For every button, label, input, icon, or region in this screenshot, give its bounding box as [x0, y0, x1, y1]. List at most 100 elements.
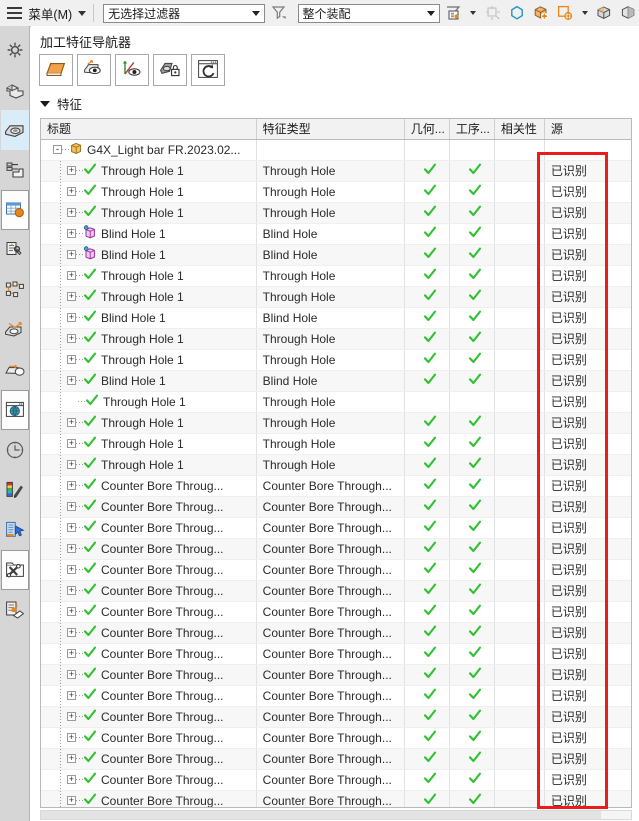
- cell-title[interactable]: + Blind Hole 1: [41, 307, 257, 329]
- table-row[interactable]: + Through Hole 1 Through Hole 已识别: [41, 286, 631, 308]
- table-row[interactable]: - G4X_Light bar FR.2023.02...: [41, 139, 631, 161]
- cell-title[interactable]: Through Hole 1: [41, 391, 257, 413]
- cell-title[interactable]: + Counter Bore Throug...: [41, 622, 257, 644]
- sidebar-item-report[interactable]: [1, 590, 29, 630]
- table-row[interactable]: + Counter Bore Throug... Counter Bore Thro…: [41, 496, 631, 518]
- table-row[interactable]: + Blind Hole 1 Blind Hole 已识别: [41, 223, 631, 245]
- sidebar-item-geometry-view[interactable]: [0, 110, 29, 150]
- selection-settings-icon[interactable]: [443, 2, 464, 24]
- shaded-body-icon[interactable]: [594, 2, 615, 24]
- display-axis-button[interactable]: [115, 54, 149, 86]
- horizontal-scrollbar[interactable]: [40, 810, 632, 820]
- tree-expander[interactable]: +: [67, 565, 76, 574]
- tree-expander[interactable]: +: [67, 607, 76, 616]
- table-row[interactable]: + Counter Bore Throug... Counter Bore Thro…: [41, 748, 631, 770]
- tree-expander[interactable]: +: [67, 586, 76, 595]
- sidebar-item-machine-tool-view[interactable]: [1, 150, 29, 190]
- table-row[interactable]: + Counter Bore Throug... Counter Bore Thro…: [41, 580, 631, 602]
- sidebar-item-part-navigator[interactable]: [1, 70, 29, 110]
- tree-expander[interactable]: +: [67, 439, 76, 448]
- column-header-operation[interactable]: 工序...: [449, 119, 495, 140]
- cell-title[interactable]: + Through Hole 1: [41, 433, 257, 455]
- cell-title[interactable]: + Through Hole 1: [41, 286, 257, 308]
- feature-tree-table-wrapper[interactable]: 标题 特征类型 几何... 工序... 相关性源 - G4X_Light bar FR.2…: [40, 118, 632, 808]
- sidebar-item-program-order-view[interactable]: [1, 270, 29, 310]
- cell-title[interactable]: + Through Hole 1: [41, 454, 257, 476]
- cell-title[interactable]: + Counter Bore Throug...: [41, 475, 257, 497]
- table-row[interactable]: + Through Hole 1 Through Hole 已识别: [41, 181, 631, 203]
- sidebar-item-assembly-navigator[interactable]: [1, 30, 29, 70]
- table-row[interactable]: + Through Hole 1 Through Hole 已识别: [41, 433, 631, 455]
- tree-expander[interactable]: +: [67, 733, 76, 742]
- scope-combo[interactable]: 整个装配: [297, 3, 441, 23]
- menu-button[interactable]: 菜单(M): [28, 4, 72, 23]
- tree-expander[interactable]: +: [67, 271, 76, 280]
- tree-expander[interactable]: +: [67, 628, 76, 637]
- tree-expander[interactable]: +: [67, 355, 76, 364]
- tree-expander[interactable]: +: [67, 418, 76, 427]
- tree-expander[interactable]: +: [67, 229, 76, 238]
- snap-point-icon[interactable]: [482, 2, 503, 24]
- table-row[interactable]: + Counter Bore Throug... Counter Bore Thro…: [41, 517, 631, 539]
- sidebar-item-palette[interactable]: [1, 470, 29, 510]
- tree-expander[interactable]: +: [67, 166, 76, 175]
- tree-expander[interactable]: +: [67, 670, 76, 679]
- cell-title[interactable]: + Counter Bore Throug...: [41, 580, 257, 602]
- tree-expander[interactable]: +: [67, 754, 76, 763]
- table-row[interactable]: + Counter Bore Throug... Counter Bore Thro…: [41, 538, 631, 560]
- cell-title[interactable]: + Through Hole 1: [41, 202, 257, 224]
- table-row[interactable]: + Counter Bore Throug... Counter Bore Thro…: [41, 475, 631, 497]
- cell-title[interactable]: + Blind Hole 1: [41, 370, 257, 392]
- table-row[interactable]: Through Hole 1 Through Hole 已识别: [41, 391, 631, 413]
- tree-expander[interactable]: +: [67, 376, 76, 385]
- table-row[interactable]: + Through Hole 1 Through Hole 已识别: [41, 349, 631, 371]
- tree-expander[interactable]: +: [67, 712, 76, 721]
- tree-expander[interactable]: +: [67, 523, 76, 532]
- tree-expander[interactable]: +: [67, 334, 76, 343]
- cell-title[interactable]: + Blind Hole 1: [41, 223, 257, 245]
- cell-title[interactable]: + Through Hole 1: [41, 328, 257, 350]
- selection-filter-combo[interactable]: 无选择过滤器: [103, 3, 266, 23]
- tree-expander[interactable]: +: [67, 481, 76, 490]
- cell-title[interactable]: + Counter Bore Throug...: [41, 538, 257, 560]
- lock-feature-button[interactable]: [153, 54, 187, 86]
- cell-title[interactable]: + Counter Bore Throug...: [41, 664, 257, 686]
- cell-title[interactable]: + Counter Bore Throug...: [41, 496, 257, 518]
- table-row[interactable]: + Counter Bore Throug... Counter Bore Thro…: [41, 622, 631, 644]
- scope-dropdown-arrow[interactable]: [423, 4, 440, 22]
- tree-expander[interactable]: +: [67, 691, 76, 700]
- table-row[interactable]: + Through Hole 1 Through Hole 已识别: [41, 328, 631, 350]
- table-row[interactable]: + Counter Bore Throug... Counter Bore Thro…: [41, 727, 631, 749]
- column-header-relation[interactable]: 相关性: [494, 119, 545, 140]
- cell-title[interactable]: + Counter Bore Throug...: [41, 727, 257, 749]
- sidebar-item-machining-feature-navigator[interactable]: [0, 190, 29, 230]
- menu-icon[interactable]: [7, 7, 23, 19]
- table-row[interactable]: + Counter Bore Throug... Counter Bore Thro…: [41, 559, 631, 581]
- column-header-geometry[interactable]: 几何...: [404, 119, 450, 140]
- cell-title[interactable]: + Blind Hole 1: [41, 244, 257, 266]
- features-section-header[interactable]: 特征: [40, 94, 82, 113]
- tree-expander[interactable]: +: [67, 775, 76, 784]
- cell-title[interactable]: + Through Hole 1: [41, 265, 257, 287]
- table-row[interactable]: + Counter Bore Throug... Counter Bore Thro…: [41, 706, 631, 728]
- refresh-button[interactable]: [191, 54, 225, 86]
- table-row[interactable]: + Counter Bore Throug... Counter Bore Thro…: [41, 790, 631, 807]
- tree-expander[interactable]: +: [67, 313, 76, 322]
- tree-expander[interactable]: +: [67, 208, 76, 217]
- datum-point-dropdown-arrow[interactable]: [579, 2, 591, 24]
- table-row[interactable]: + Through Hole 1 Through Hole 已识别: [41, 412, 631, 434]
- tree-expander[interactable]: +: [67, 187, 76, 196]
- add-body-icon[interactable]: [531, 2, 552, 24]
- cell-title[interactable]: + Through Hole 1: [41, 160, 257, 182]
- cell-title[interactable]: + Counter Bore Throug...: [41, 790, 257, 807]
- cell-title[interactable]: - G4X_Light bar FR.2023.02...: [41, 139, 257, 161]
- tree-expander[interactable]: +: [67, 460, 76, 469]
- sidebar-item-customize-tools[interactable]: [0, 550, 29, 590]
- filter-funnel-icon[interactable]: [268, 2, 289, 24]
- table-row[interactable]: + Blind Hole 1 Blind Hole 已识别: [41, 370, 631, 392]
- table-row[interactable]: + Through Hole 1 Through Hole 已识别: [41, 265, 631, 287]
- cell-title[interactable]: + Counter Bore Throug...: [41, 601, 257, 623]
- sidebar-item-operation-navigator[interactable]: [1, 230, 29, 270]
- tree-expander[interactable]: +: [67, 796, 76, 805]
- cell-title[interactable]: + Counter Bore Throug...: [41, 685, 257, 707]
